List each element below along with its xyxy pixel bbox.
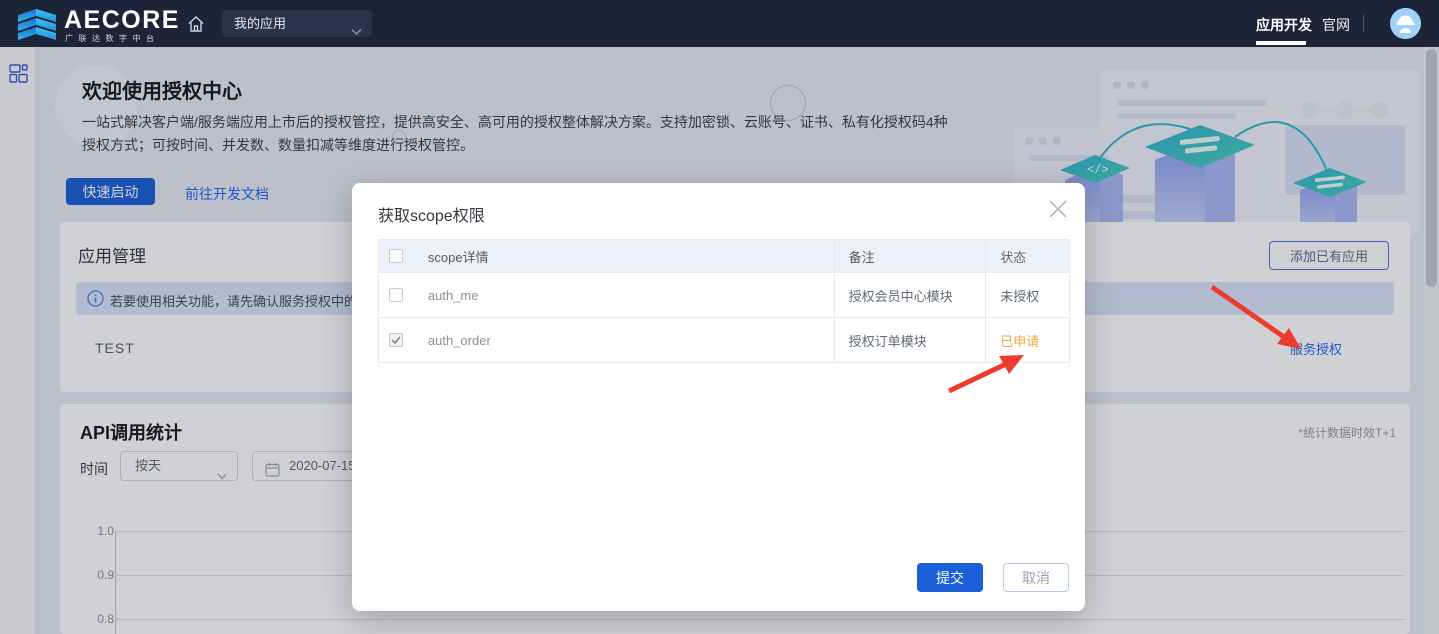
scope-table: scope详情 备注 状态 auth_me 授权会员中心模块 未授权 auth_… xyxy=(378,239,1070,363)
active-tab-indicator xyxy=(1256,41,1306,45)
nav-link-app-dev[interactable]: 应用开发 xyxy=(1256,15,1312,35)
submit-button[interactable]: 提交 xyxy=(917,563,983,592)
app-select-dropdown[interactable]: 我的应用 xyxy=(222,10,372,37)
table-row: auth_order 授权订单模块 已申请 xyxy=(379,318,1069,363)
chevron-down-icon xyxy=(351,18,362,45)
scope-permission-dialog: 获取scope权限 scope详情 备注 状态 auth_me 授权会员中心模块… xyxy=(352,183,1085,611)
nav-link-official-site[interactable]: 官网 xyxy=(1322,15,1350,35)
cell-remark: 授权订单模块 xyxy=(835,318,987,362)
close-icon[interactable] xyxy=(1046,197,1070,221)
cell-scope: auth_me xyxy=(414,273,835,317)
dialog-title: 获取scope权限 xyxy=(378,202,485,226)
app-select-value: 我的应用 xyxy=(234,16,286,31)
cancel-button[interactable]: 取消 xyxy=(1003,563,1069,592)
brand-name: AECORE xyxy=(64,6,180,35)
brand-subtitle: 广联达数字中台 xyxy=(65,33,160,44)
cell-scope: auth_order xyxy=(414,318,835,362)
cell-status: 未授权 xyxy=(986,273,1069,317)
user-avatar[interactable] xyxy=(1390,8,1421,39)
row-checkbox[interactable] xyxy=(389,333,403,347)
select-all-checkbox[interactable] xyxy=(389,249,403,263)
header-scope-detail: scope详情 xyxy=(414,240,835,272)
header-status: 状态 xyxy=(986,240,1069,272)
brand-logo-icon xyxy=(14,5,60,47)
cell-remark: 授权会员中心模块 xyxy=(835,273,987,317)
home-icon[interactable] xyxy=(186,14,206,34)
table-row: auth_me 授权会员中心模块 未授权 xyxy=(379,273,1069,318)
row-checkbox[interactable] xyxy=(389,288,403,302)
cell-status: 已申请 xyxy=(986,318,1069,362)
table-header-row: scope详情 备注 状态 xyxy=(379,240,1069,273)
nav-divider xyxy=(1363,15,1364,32)
header-remark: 备注 xyxy=(835,240,987,272)
top-navbar: AECORE 广联达数字中台 我的应用 应用开发 官网 xyxy=(0,0,1439,47)
